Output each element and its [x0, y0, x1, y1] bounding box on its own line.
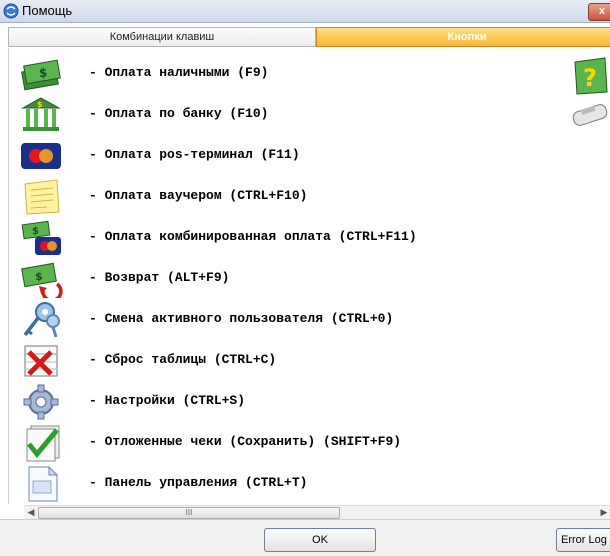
voucher-note-icon [24, 179, 60, 215]
cash-money-icon: $ [21, 59, 61, 91]
error-log-button[interactable]: Error Log [556, 528, 610, 552]
close-button[interactable]: x [588, 3, 610, 21]
scrollbar-thumb[interactable]: III [38, 507, 340, 519]
deferred-checks-icon [26, 425, 60, 462]
bank-icon: $ [21, 97, 61, 131]
help-content: $ - Оплата наличными (F9) $ - Оплата по … [8, 48, 610, 504]
item-text: - Возврат (ALT+F9) [89, 270, 230, 285]
list-item-voucher: - Оплата ваучером (CTRL+F10) [9, 176, 604, 217]
item-text: - Оплата комбинированная оплата (CTRL+F1… [89, 229, 417, 244]
item-text: - Оплата pos-терминал (F11) [89, 147, 300, 162]
list-item-refund: $ - Возврат (ALT+F9) [9, 258, 604, 299]
help-icon[interactable]: ? [569, 56, 610, 96]
title-bar: Помощь x [0, 0, 610, 23]
list-item-bank: $ - Оплата по банку (F10) [9, 94, 604, 135]
tab-buttons[interactable]: Кнопки [316, 27, 610, 47]
scroll-left-icon[interactable]: ◀ [24, 506, 38, 519]
tab-bar: Комбинации клавиш Кнопки [8, 27, 610, 47]
list-item-pos-terminal: - Оплата pos-терминал (F11) [9, 135, 604, 176]
combined-payment-icon: $ [21, 220, 61, 255]
list-item-deferred-checks: - Отложенные чеки (Сохранить) (SHIFT+F9) [9, 422, 604, 463]
item-text: - Настройки (CTRL+S) [89, 393, 246, 408]
svg-text:$: $ [37, 100, 43, 109]
item-text: - Смена активного пользователя (CTRL+0) [89, 311, 394, 326]
control-panel-icon [28, 465, 59, 502]
list-item-change-user: - Смена активного пользователя (CTRL+0) [9, 299, 604, 340]
window-title: Помощь [22, 3, 73, 18]
svg-text:$: $ [35, 270, 43, 283]
clear-table-icon [24, 345, 58, 377]
ok-button[interactable]: OK [264, 528, 376, 552]
item-text: - Отложенные чеки (Сохранить) (SHIFT+F9) [89, 434, 402, 449]
item-text: - Оплата по банку (F10) [89, 106, 269, 121]
list-item-combined: $ - Оплата комбинированная оплата (CTRL+… [9, 217, 604, 258]
keys-user-icon [23, 302, 60, 338]
refund-icon: $ [21, 262, 63, 298]
horizontal-scrollbar[interactable]: ◀ III ▶ [24, 505, 610, 519]
item-text: - Панель управления (CTRL+T) [89, 475, 308, 490]
svg-text:?: ? [583, 64, 597, 92]
item-text: - Сброс таблицы (CTRL+C) [89, 352, 277, 367]
pos-terminal-card-icon [21, 143, 61, 169]
svg-text:$: $ [32, 226, 39, 237]
list-item-cash: $ - Оплата наличными (F9) [9, 53, 604, 94]
item-text: - Оплата наличными (F9) [89, 65, 269, 80]
list-item-reset-table: - Сброс таблицы (CTRL+C) [9, 340, 604, 381]
item-text: - Оплата ваучером (CTRL+F10) [89, 188, 308, 203]
svg-text:$: $ [39, 66, 47, 80]
list-item-settings: - Настройки (CTRL+S) [9, 381, 604, 422]
list-item-control-panel: - Панель управления (CTRL+T) [9, 463, 604, 504]
settings-gear-icon [23, 384, 59, 420]
tab-key-combinations[interactable]: Комбинации клавиш [8, 27, 316, 47]
help-globe-icon [3, 3, 19, 19]
scroll-right-icon[interactable]: ▶ [598, 506, 610, 519]
card-reader-icon[interactable] [571, 102, 610, 126]
footer-bar: OK Error Log [0, 519, 610, 556]
